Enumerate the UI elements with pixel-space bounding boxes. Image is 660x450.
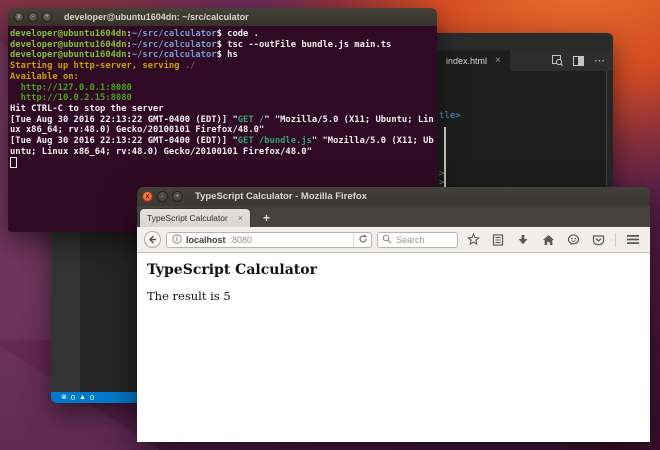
vscode-editor-actions: ⋯ xyxy=(552,50,613,71)
browser-viewport[interactable]: TypeScript Calculator The result is 5 xyxy=(137,253,650,442)
bookmarks-menu-icon[interactable] xyxy=(488,231,508,248)
back-button[interactable] xyxy=(144,231,161,248)
firefox-tab-bar: TypeScript Calculator × + xyxy=(137,206,650,227)
close-button[interactable]: x xyxy=(142,191,153,202)
url-port: :8080 xyxy=(230,235,253,245)
terminal-line: untu; Linux x86_64; rv:48.0) Gecko/20100… xyxy=(10,147,435,158)
minimize-button[interactable]: - xyxy=(157,191,168,202)
open-preview-icon[interactable] xyxy=(552,55,563,66)
terminal-line: ux x86_64; rv:48.0) Gecko/20100101 Firef… xyxy=(10,125,435,136)
firefox-window-title: TypeScript Calculator - Mozilla Firefox xyxy=(195,191,367,202)
page-heading: TypeScript Calculator xyxy=(147,262,640,278)
terminal-line: [Tue Aug 30 2016 22:13:22 GMT-0400 (EDT)… xyxy=(10,115,435,126)
tab-title: TypeScript Calculator xyxy=(147,213,228,223)
downloads-icon[interactable] xyxy=(513,231,533,248)
vscode-tab-index-html[interactable]: index.html × xyxy=(437,50,510,71)
split-editor-icon[interactable] xyxy=(573,56,584,66)
terminal-line: developer@ubuntu1604dn:~/src/calculator$… xyxy=(10,50,435,61)
maximize-button[interactable]: + xyxy=(42,12,52,22)
url-bar[interactable]: localhost :8080 xyxy=(166,232,372,248)
terminal-line: http://10.0.2.15:8080 xyxy=(10,93,435,104)
close-button[interactable]: x xyxy=(14,12,24,22)
terminal-line: developer@ubuntu1604dn:~/src/calculator$… xyxy=(10,29,435,40)
firefox-navigation-bar: localhost :8080 Search xyxy=(137,227,650,253)
warnings-count[interactable]: 0 xyxy=(90,393,94,402)
search-placeholder: Search xyxy=(396,235,425,245)
errors-count[interactable]: 0 xyxy=(71,393,75,402)
search-icon xyxy=(382,231,392,249)
warnings-icon[interactable]: ▲ xyxy=(79,394,86,401)
terminal-titlebar[interactable]: x - + developer@ubuntu1604dn: ~/src/calc… xyxy=(8,8,437,26)
site-info-icon[interactable] xyxy=(172,231,182,249)
url-divider xyxy=(353,234,354,246)
terminal-line: http://127.0.0.1:8080 xyxy=(10,83,435,94)
pocket-icon[interactable] xyxy=(588,231,608,248)
hello-icon[interactable] xyxy=(563,231,583,248)
tab-close-icon[interactable]: × xyxy=(238,213,243,223)
vscode-tab-close-icon[interactable]: × xyxy=(495,56,501,66)
bookmark-star-icon[interactable] xyxy=(463,231,483,248)
terminal-cursor xyxy=(10,157,17,168)
vscode-tab-strip: index.html × ⋯ xyxy=(437,50,613,71)
new-tab-button[interactable]: + xyxy=(263,212,270,224)
firefox-titlebar[interactable]: x - + TypeScript Calculator - Mozilla Fi… xyxy=(137,187,650,206)
errors-icon[interactable]: ⊗ xyxy=(61,394,67,401)
terminal-line: developer@ubuntu1604dn:~/src/calculator$… xyxy=(10,40,435,51)
code-fragment-title-tag: tle> xyxy=(439,111,461,121)
menu-icon[interactable] xyxy=(623,231,643,248)
vscode-tab-label: index.html xyxy=(446,56,487,66)
terminal-title: developer@ubuntu1604dn: ~/src/calculator xyxy=(64,12,249,22)
terminal-line: Hit CTRL-C to stop the server xyxy=(10,104,435,115)
terminal-line: [Tue Aug 30 2016 22:13:22 GMT-0400 (EDT)… xyxy=(10,136,435,147)
terminal-line: Available on: xyxy=(10,72,435,83)
desktop: index.html × ⋯ tle> xyxy=(0,0,660,450)
url-host: localhost xyxy=(186,235,226,245)
search-box[interactable]: Search xyxy=(377,232,458,248)
page-result-text: The result is 5 xyxy=(147,289,640,303)
tab-typescript-calculator[interactable]: TypeScript Calculator × xyxy=(139,208,251,227)
home-icon[interactable] xyxy=(538,231,558,248)
more-actions-icon[interactable]: ⋯ xyxy=(594,54,605,67)
terminal-line: Starting up http-server, serving ./ xyxy=(10,61,435,72)
terminal-cursor-line xyxy=(10,157,435,171)
toolbar-divider xyxy=(615,233,616,247)
maximize-button[interactable]: + xyxy=(172,191,183,202)
reload-icon[interactable] xyxy=(358,231,368,249)
minimize-button[interactable]: - xyxy=(28,12,38,22)
firefox-window: x - + TypeScript Calculator - Mozilla Fi… xyxy=(137,187,650,442)
